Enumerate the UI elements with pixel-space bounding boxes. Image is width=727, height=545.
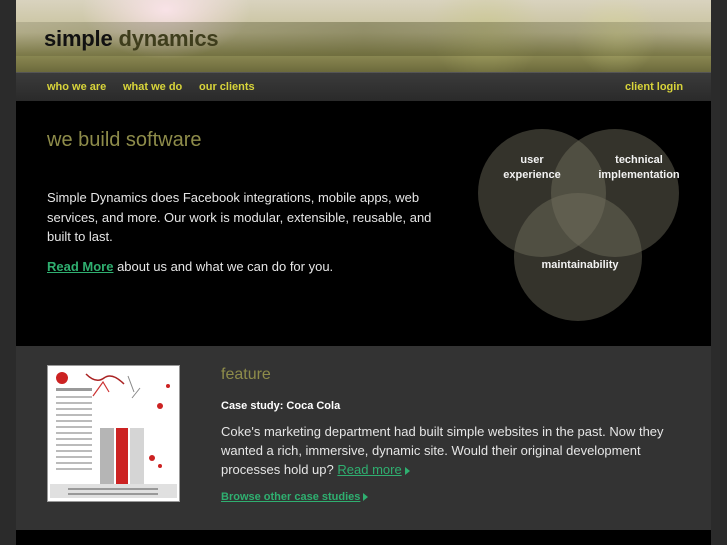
read-more-link[interactable]: Read More xyxy=(47,259,113,274)
case-study-title: Case study: Coca Cola xyxy=(221,400,341,412)
main-nav: who we are what we do our clients client… xyxy=(16,72,711,101)
page: simple dynamics who we are what we do our… xyxy=(16,0,711,545)
feature-section: feature Case study: Coca Cola Coke's mar… xyxy=(16,346,711,530)
nav-our-clients[interactable]: our clients xyxy=(199,81,255,93)
venn-label-tech-line2: implementation xyxy=(598,169,680,181)
case-study-body: Coke's marketing department had built si… xyxy=(221,422,676,479)
site-logo[interactable]: simple dynamics xyxy=(44,26,219,52)
hero-title: we build software xyxy=(47,129,202,151)
venn-label-user-line2: experience xyxy=(503,169,561,181)
venn-label-technical-implementation: technical implementation xyxy=(584,153,694,183)
case-study-text: Coke's marketing department had built si… xyxy=(221,424,664,477)
hero-section: we build software Simple Dynamics does F… xyxy=(16,101,711,346)
venn-label-user-experience: user experience xyxy=(502,153,562,183)
case-study-read-more-label: Read more xyxy=(337,462,402,477)
hero-description: Simple Dynamics does Facebook integratio… xyxy=(47,190,432,244)
browse-case-studies-label: Browse other case studies xyxy=(221,491,361,503)
venn-diagram: user experience technical implementation… xyxy=(476,127,686,327)
client-login-link[interactable]: client login xyxy=(625,81,683,93)
hero-read-more-line: Read More about us and what we can do fo… xyxy=(47,259,333,274)
read-more-suffix: about us and what we can do for you. xyxy=(113,259,334,274)
arrow-right-icon xyxy=(404,466,410,475)
venn-label-user-line1: user xyxy=(520,154,544,166)
header-banner: simple dynamics xyxy=(16,0,711,72)
venn-label-maintainability: maintainability xyxy=(541,259,619,271)
feature-heading: feature xyxy=(221,366,271,383)
logo-word-dynamics: dynamics xyxy=(118,26,219,51)
logo-word-simple: simple xyxy=(44,26,113,51)
venn-circle-maintainability xyxy=(514,193,642,321)
case-study-thumbnail[interactable] xyxy=(47,365,180,502)
browse-case-studies-line: Browse other case studies xyxy=(221,491,369,503)
browse-case-studies-link[interactable]: Browse other case studies xyxy=(221,491,369,503)
case-study-read-more-link[interactable]: Read more xyxy=(337,462,410,477)
arrow-right-icon xyxy=(363,493,369,502)
venn-label-tech-line1: technical xyxy=(615,154,663,166)
nav-who-we-are[interactable]: who we are xyxy=(47,81,106,93)
footer xyxy=(16,530,711,545)
thumbnail-graphic xyxy=(48,366,179,501)
nav-what-we-do[interactable]: what we do xyxy=(123,81,182,93)
